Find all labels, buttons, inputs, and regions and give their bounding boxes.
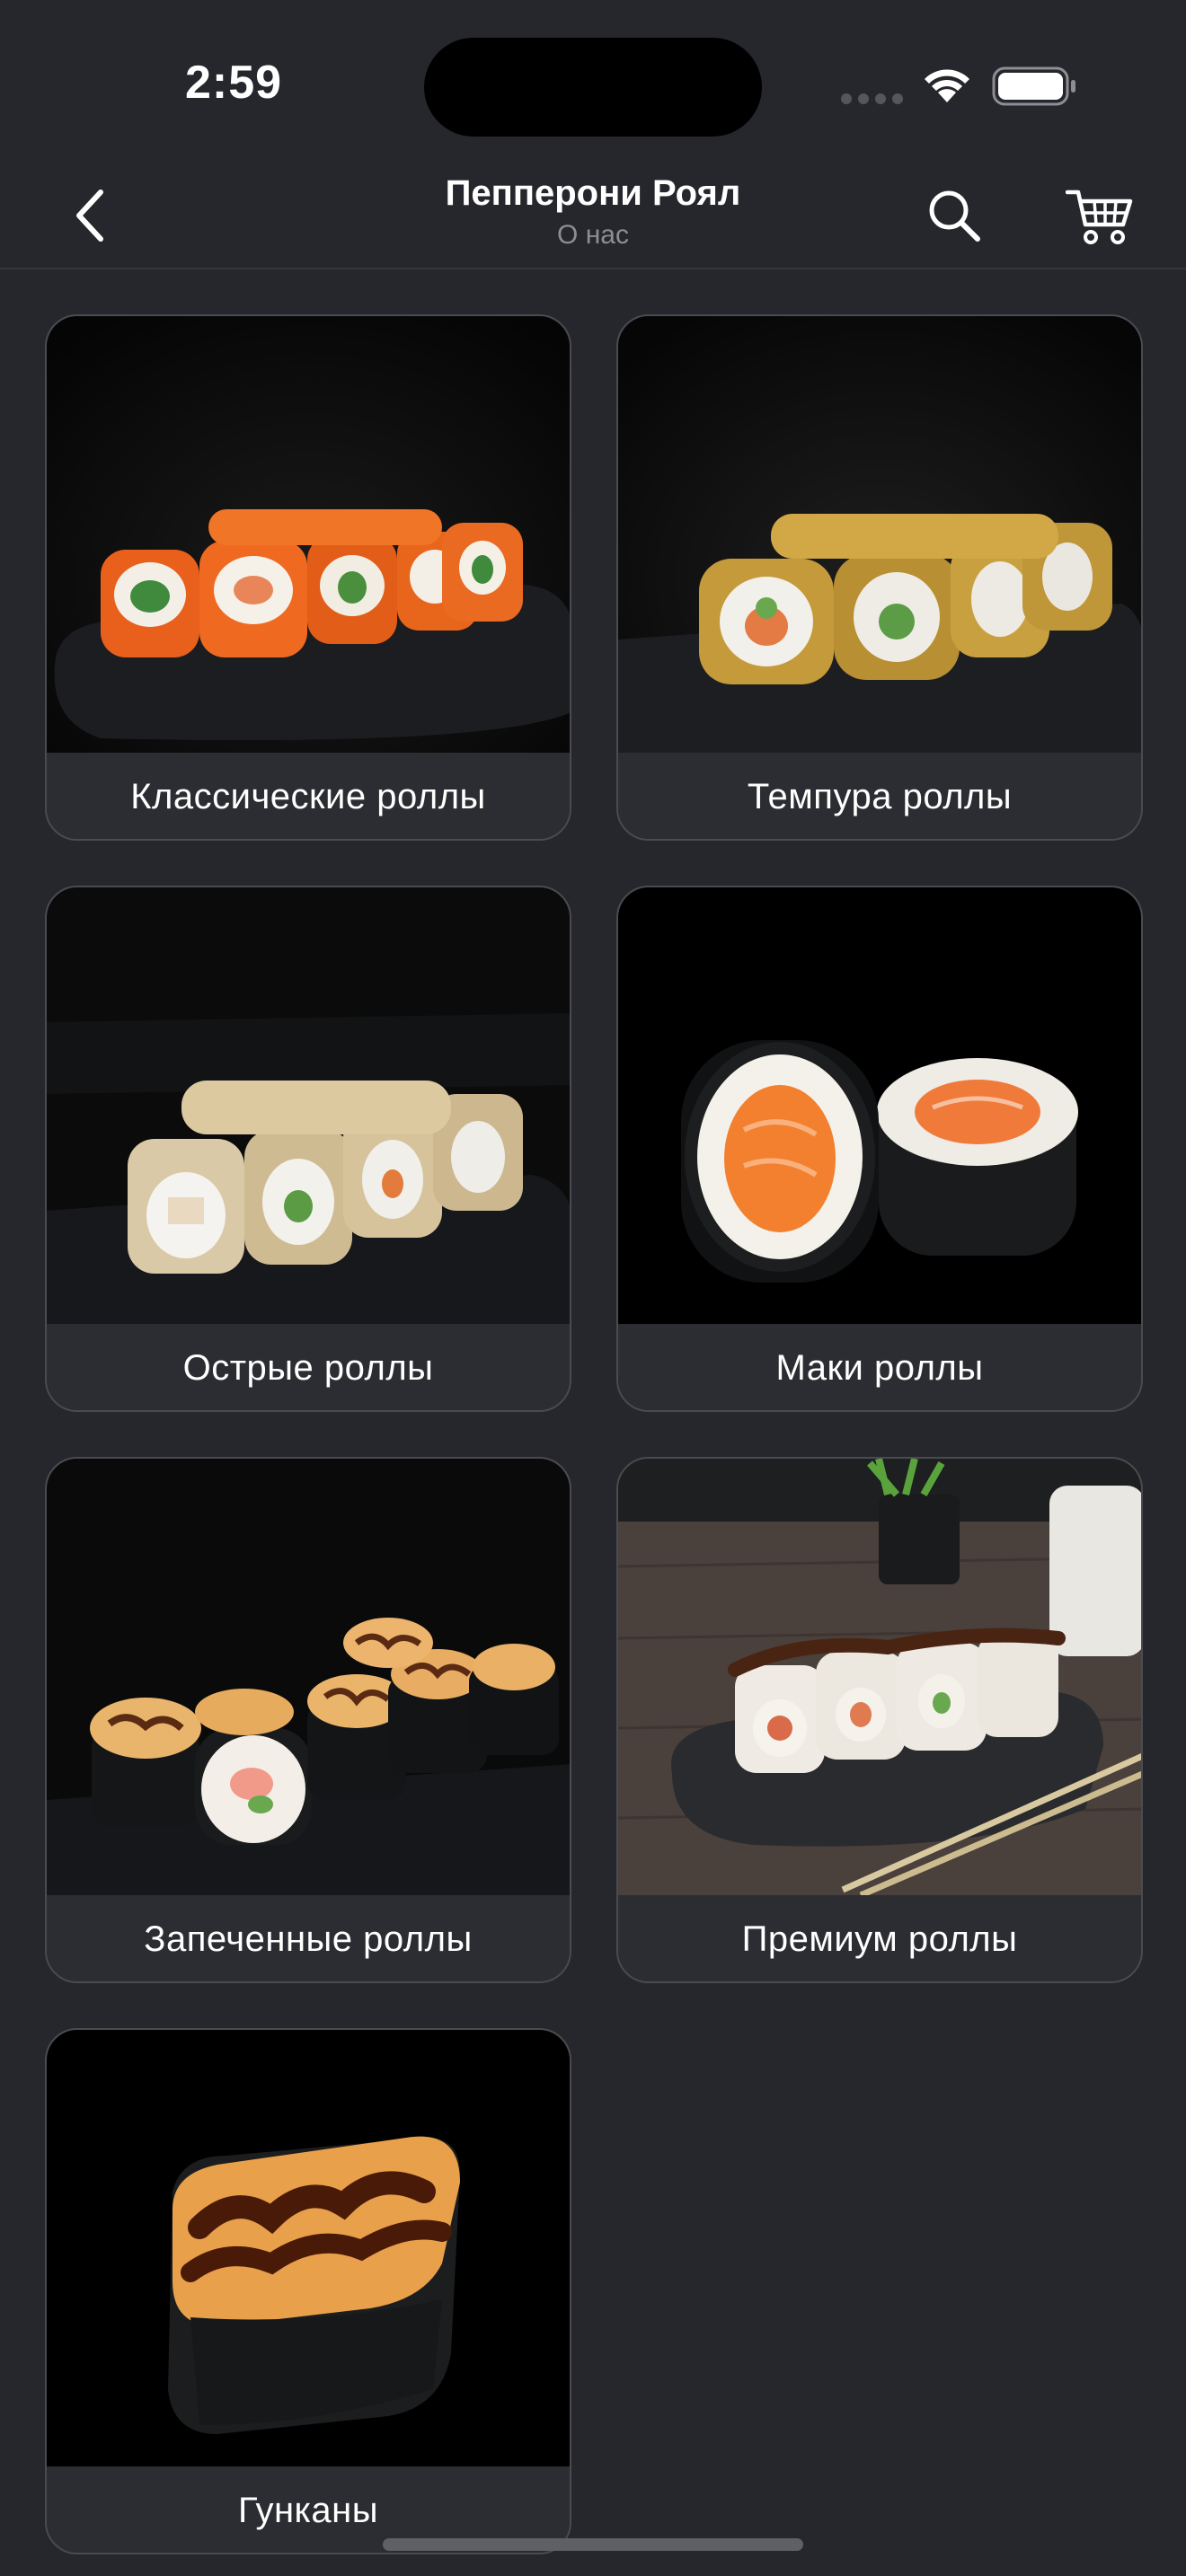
- category-card-gunkan[interactable]: Гунканы: [45, 2028, 571, 2554]
- category-label: Классические роллы: [47, 753, 570, 839]
- nav-title-block[interactable]: Пепперони Роял О нас: [323, 171, 863, 253]
- category-label: Премиум роллы: [618, 1895, 1141, 1981]
- category-label: Острые роллы: [47, 1324, 570, 1410]
- cart-icon: [1066, 190, 1133, 244]
- category-label: Запеченные роллы: [47, 1895, 570, 1981]
- chevron-left-icon: [76, 190, 103, 242]
- back-button[interactable]: [54, 180, 126, 251]
- nav-bar: Пепперони Роял О нас: [0, 162, 1186, 269]
- baked-rolls-photo: [47, 1459, 570, 1895]
- category-card-maki-rolls[interactable]: Маки роллы: [616, 886, 1143, 1412]
- cellular-signal-icon: [841, 93, 904, 104]
- status-bar: 2:59: [0, 0, 1186, 162]
- classic-rolls-photo: [47, 316, 570, 753]
- maki-rolls-photo: [618, 887, 1141, 1324]
- category-label: Маки роллы: [618, 1324, 1141, 1410]
- page-subtitle[interactable]: О нас: [323, 217, 863, 253]
- wifi-icon: [920, 65, 974, 109]
- gunkan-photo: [47, 2030, 570, 2466]
- category-label: Темпура роллы: [618, 753, 1141, 839]
- screen: 2:59 Пепперони Роял О нас Классические р…: [0, 0, 1186, 2576]
- home-indicator[interactable]: [383, 2538, 803, 2551]
- dynamic-island: [424, 38, 762, 137]
- status-time: 2:59: [184, 57, 283, 109]
- page-title: Пепперони Роял: [445, 173, 741, 213]
- premium-rolls-photo: [618, 1459, 1141, 1895]
- cart-button[interactable]: [1060, 178, 1141, 253]
- category-card-classic-rolls[interactable]: Классические роллы: [45, 314, 571, 841]
- tempura-rolls-photo: [618, 316, 1141, 753]
- spicy-rolls-photo: [47, 887, 570, 1324]
- category-card-premium-rolls[interactable]: Премиум роллы: [616, 1457, 1143, 1983]
- search-button[interactable]: [918, 180, 990, 251]
- battery-icon: [992, 66, 1078, 110]
- category-card-spicy-rolls[interactable]: Острые роллы: [45, 886, 571, 1412]
- search-icon: [929, 190, 980, 242]
- category-card-tempura-rolls[interactable]: Темпура роллы: [616, 314, 1143, 841]
- category-card-baked-rolls[interactable]: Запеченные роллы: [45, 1457, 571, 1983]
